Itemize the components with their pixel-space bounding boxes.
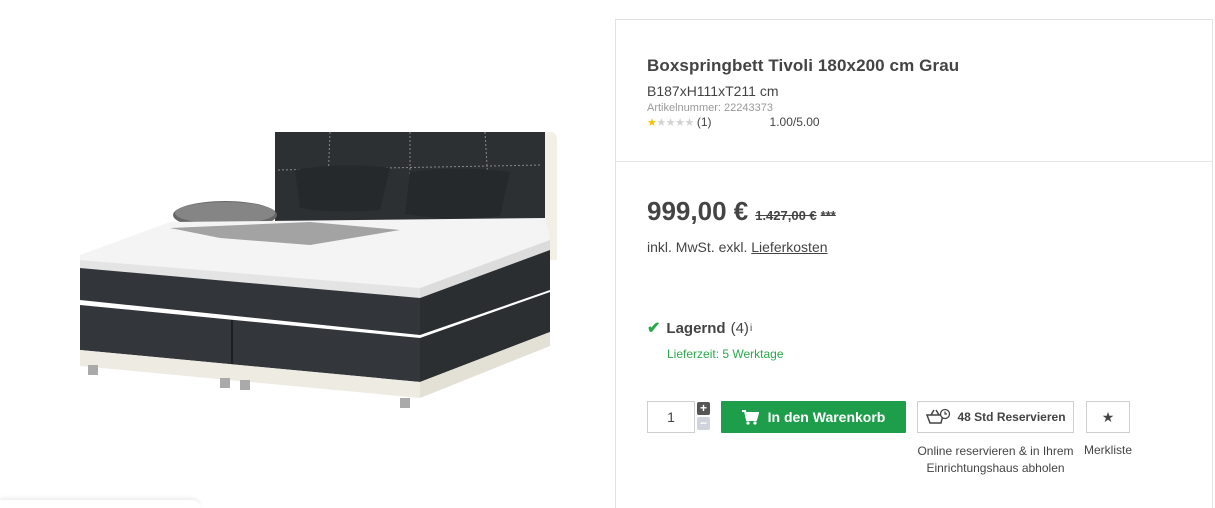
rating-stars: ★ ★ ★ ★ ★ [647, 116, 694, 129]
cart-icon [741, 409, 759, 425]
star-filled-icon: ★ [647, 116, 657, 129]
shipping-costs-link[interactable]: Lieferkosten [751, 239, 827, 255]
delivery-time: Lieferzeit: 5 Werktage [667, 347, 784, 361]
product-title: Boxspringbett Tivoli 180x200 cm Grau [647, 56, 960, 75]
tax-text: inkl. MwSt. exkl. [647, 239, 748, 255]
quantity-stepper: + − [697, 402, 710, 432]
current-price: 999,00 € [647, 196, 749, 226]
stock-count: (4) [730, 319, 749, 337]
add-to-cart-label: In den Warenkorb [767, 409, 886, 425]
basket-clock-icon [925, 408, 951, 426]
wishlist-button[interactable]: ★ [1086, 401, 1130, 433]
stock-info: ✔ Lagernd (4) i Lieferzeit: 5 Werktage [647, 318, 784, 362]
article-number: Artikelnummer: 22243373 [647, 102, 1212, 114]
check-icon: ✔ [647, 320, 661, 337]
reserve-block: 48 Std Reservieren Online reservieren & … [917, 401, 1074, 477]
price-row: 999,00 € 1.427,00 € *** [647, 196, 1212, 227]
add-to-cart-button[interactable]: In den Warenkorb [721, 401, 906, 433]
old-price-footnote: *** [820, 208, 836, 223]
product-dimensions: B187xH111xT211 cm [647, 83, 779, 99]
product-image-area [0, 0, 590, 508]
star-empty-icon: ★ [675, 116, 685, 129]
rating-count[interactable]: (1) [697, 115, 712, 129]
carousel-edge [0, 500, 200, 508]
rating-score: 1.00/5.00 [770, 115, 820, 129]
quantity-input[interactable]: 1 [647, 401, 695, 433]
product-header: Boxspringbett Tivoli 180x200 cm Grau B18… [616, 20, 1212, 162]
star-empty-icon: ★ [665, 116, 676, 129]
article-number-label: Artikelnummer: [647, 102, 721, 114]
article-number-value: 22243373 [724, 102, 773, 114]
product-image[interactable] [60, 110, 560, 430]
rating-score-value: 1.00 [769, 115, 793, 129]
star-icon: ★ [1101, 408, 1115, 425]
wishlist-block: ★ Merkliste [1084, 401, 1133, 457]
rating-score-max: /5.00 [792, 115, 820, 129]
purchase-actions: 1 + − In den Warenkorb 48 Std Reserviere… [647, 401, 1133, 477]
reserve-note: Online reservieren & in Ihrem Einrichtun… [917, 444, 1074, 475]
wishlist-label: Merkliste [1084, 443, 1133, 457]
minus-icon[interactable]: − [697, 417, 710, 430]
star-empty-icon: ★ [684, 116, 695, 129]
stock-label: Lagernd [666, 319, 726, 337]
star-empty-icon: ★ [656, 116, 666, 129]
product-panel: Boxspringbett Tivoli 180x200 cm Grau B18… [615, 19, 1213, 508]
plus-icon[interactable]: + [697, 402, 710, 415]
price-block: 999,00 € 1.427,00 € *** inkl. MwSt. exkl… [616, 162, 1212, 255]
stock-row: ✔ Lagernd (4) i [647, 318, 784, 338]
reserve-label: 48 Std Reservieren [957, 410, 1066, 424]
info-icon[interactable]: i [750, 323, 752, 334]
rating[interactable]: ★ ★ ★ ★ ★ (1) 1.00/5.00 [647, 115, 1212, 129]
old-price: 1.427,00 € [755, 208, 817, 223]
reserve-button[interactable]: 48 Std Reservieren [917, 401, 1074, 433]
tax-info: inkl. MwSt. exkl. Lieferkosten [647, 239, 1212, 255]
